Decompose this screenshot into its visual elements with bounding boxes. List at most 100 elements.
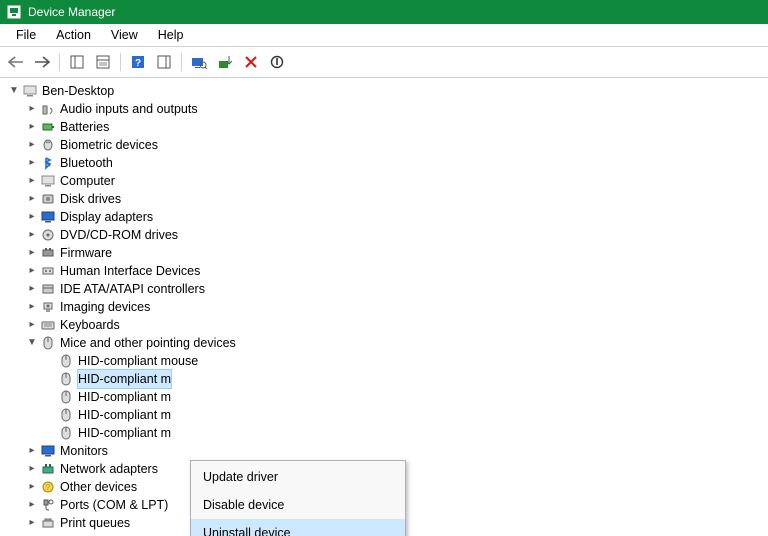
tree-device-selected[interactable]: HID-compliant m xyxy=(8,370,768,388)
root-label: Ben-Desktop xyxy=(42,82,114,100)
category-label: Print queues xyxy=(60,514,130,532)
update-driver-button[interactable] xyxy=(213,50,237,74)
expand-arrow-icon[interactable]: ▸ xyxy=(26,280,38,298)
tree-device[interactable]: HID-compliant mouse xyxy=(8,352,768,370)
toolbar: ? xyxy=(0,47,768,78)
mouse-icon xyxy=(58,389,74,405)
tree-category[interactable]: ▸ Bluetooth xyxy=(8,154,768,172)
expand-arrow-icon[interactable]: ▸ xyxy=(26,190,38,208)
tree-category[interactable]: ▸ Imaging devices xyxy=(8,298,768,316)
category-icon xyxy=(40,317,56,333)
category-icon xyxy=(40,101,56,117)
category-label: Batteries xyxy=(60,118,109,136)
category-icon xyxy=(40,443,56,459)
uninstall-device-button[interactable] xyxy=(239,50,263,74)
menu-file[interactable]: File xyxy=(6,26,46,44)
expand-arrow-icon[interactable]: ▸ xyxy=(26,442,38,460)
expand-arrow-icon[interactable]: ▸ xyxy=(26,172,38,190)
expand-arrow-icon[interactable]: ▸ xyxy=(26,226,38,244)
tree-root[interactable]: ▼ Ben-Desktop xyxy=(8,82,768,100)
category-label: Ports (COM & LPT) xyxy=(60,496,168,514)
expand-arrow-icon[interactable]: ▸ xyxy=(26,136,38,154)
category-label: Biometric devices xyxy=(60,136,158,154)
mouse-icon xyxy=(58,353,74,369)
scan-hardware-button[interactable] xyxy=(187,50,211,74)
mouse-icon xyxy=(40,335,56,351)
category-icon xyxy=(40,173,56,189)
category-label: DVD/CD-ROM drives xyxy=(60,226,178,244)
menu-view[interactable]: View xyxy=(101,26,148,44)
tree-category[interactable]: ▸ Biometric devices xyxy=(8,136,768,154)
category-label: Mice and other pointing devices xyxy=(60,334,236,352)
tree-category[interactable]: ▸ Batteries xyxy=(8,118,768,136)
expand-arrow-icon[interactable]: ▸ xyxy=(26,514,38,532)
menu-help[interactable]: Help xyxy=(148,26,194,44)
tree-category[interactable]: ▸Monitors xyxy=(8,442,768,460)
expand-arrow-icon[interactable]: ▸ xyxy=(26,118,38,136)
tree-category[interactable]: ▸Audio inputs and outputs xyxy=(8,100,768,118)
toolbar-separator xyxy=(181,53,182,71)
category-label: Keyboards xyxy=(60,316,120,334)
tree-category[interactable]: ▸ Human Interface Devices xyxy=(8,262,768,280)
device-label: HID-compliant m xyxy=(78,388,171,406)
category-label: Network adapters xyxy=(60,460,158,478)
expand-arrow-icon[interactable]: ▼ xyxy=(26,334,38,352)
expand-arrow-icon[interactable]: ▸ xyxy=(26,262,38,280)
tree-category-mice[interactable]: ▼ Mice and other pointing devices xyxy=(8,334,768,352)
category-label: Disk drives xyxy=(60,190,121,208)
category-label: IDE ATA/ATAPI controllers xyxy=(60,280,205,298)
category-icon xyxy=(40,281,56,297)
expand-arrow-icon[interactable]: ▸ xyxy=(26,478,38,496)
expand-arrow-icon[interactable]: ▸ xyxy=(26,496,38,514)
device-label: HID-compliant m xyxy=(78,370,171,388)
tree-category[interactable]: ▸ Keyboards xyxy=(8,316,768,334)
expand-arrow-icon[interactable]: ▼ xyxy=(8,82,20,100)
ctx-uninstall-device[interactable]: Uninstall device xyxy=(191,519,405,536)
tree-category[interactable]: ▸ Computer xyxy=(8,172,768,190)
device-tree[interactable]: ▼ Ben-Desktop ▸Audio inputs and outputs▸… xyxy=(0,78,768,536)
ctx-update-driver[interactable]: Update driver xyxy=(191,463,405,491)
expand-arrow-icon[interactable]: ▸ xyxy=(26,298,38,316)
tree-device[interactable]: HID-compliant m xyxy=(8,406,768,424)
tree-category[interactable]: ▸ Display adapters xyxy=(8,208,768,226)
device-label: HID-compliant m xyxy=(78,406,171,424)
tree-device[interactable]: HID-compliant m xyxy=(8,424,768,442)
category-label: Display adapters xyxy=(60,208,153,226)
expand-arrow-icon[interactable]: ▸ xyxy=(26,244,38,262)
category-icon xyxy=(40,461,56,477)
expand-arrow-icon[interactable]: ▸ xyxy=(26,100,38,118)
expand-arrow-icon[interactable]: ▸ xyxy=(26,154,38,172)
svg-text:?: ? xyxy=(135,58,141,69)
disable-device-button[interactable] xyxy=(265,50,289,74)
category-label: Human Interface Devices xyxy=(60,262,200,280)
back-button[interactable] xyxy=(4,50,28,74)
category-label: Imaging devices xyxy=(60,298,150,316)
category-icon xyxy=(40,155,56,171)
tree-category[interactable]: ▸ Disk drives xyxy=(8,190,768,208)
tree-category[interactable]: ▸ DVD/CD-ROM drives xyxy=(8,226,768,244)
action-pane-button[interactable] xyxy=(152,50,176,74)
tree-device[interactable]: HID-compliant m xyxy=(8,388,768,406)
mouse-icon xyxy=(58,371,74,387)
category-label: Bluetooth xyxy=(60,154,113,172)
category-icon xyxy=(40,245,56,261)
expand-arrow-icon[interactable]: ▸ xyxy=(26,460,38,478)
category-icon: ? xyxy=(40,479,56,495)
expand-arrow-icon[interactable]: ▸ xyxy=(26,316,38,334)
computer-icon xyxy=(22,83,38,99)
menu-action[interactable]: Action xyxy=(46,26,101,44)
mouse-icon xyxy=(58,425,74,441)
forward-button[interactable] xyxy=(30,50,54,74)
help-button[interactable]: ? xyxy=(126,50,150,74)
category-label: Computer xyxy=(60,172,115,190)
expand-arrow-icon[interactable]: ▸ xyxy=(26,208,38,226)
menubar: File Action View Help xyxy=(0,24,768,47)
titlebar: Device Manager xyxy=(0,0,768,24)
properties-button[interactable] xyxy=(91,50,115,74)
tree-category[interactable]: ▸Firmware xyxy=(8,244,768,262)
category-icon xyxy=(40,191,56,207)
ctx-disable-device[interactable]: Disable device xyxy=(191,491,405,519)
show-hide-console-tree-button[interactable] xyxy=(65,50,89,74)
tree-category[interactable]: ▸ IDE ATA/ATAPI controllers xyxy=(8,280,768,298)
category-icon xyxy=(40,119,56,135)
